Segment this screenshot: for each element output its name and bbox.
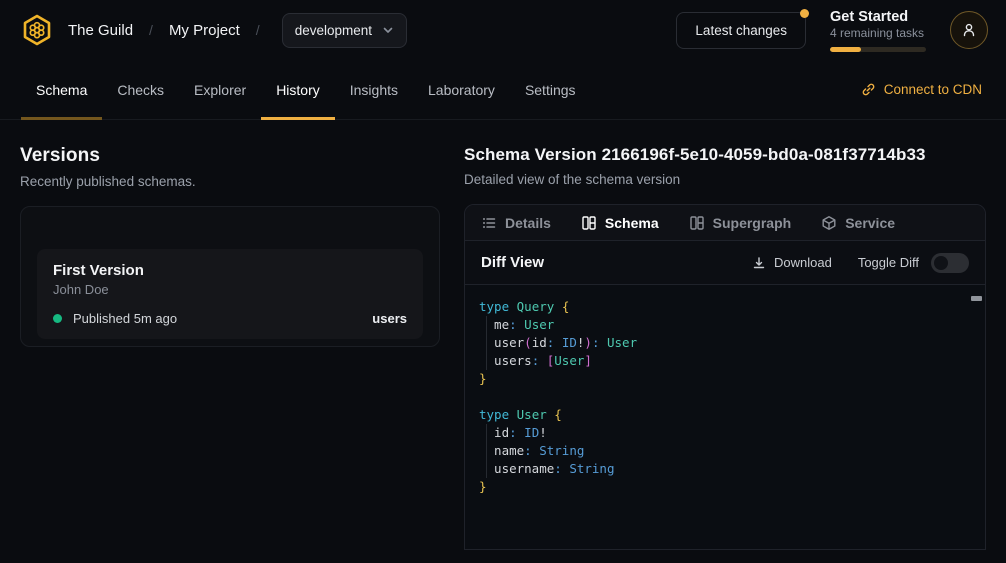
service-badge: users (372, 311, 407, 326)
diff-view-title: Diff View (481, 254, 544, 271)
primary-nav: Schema Checks Explorer History Insights … (0, 60, 1006, 120)
code-line: } (479, 370, 971, 388)
columns-icon (689, 215, 705, 231)
version-title: First Version (53, 262, 407, 279)
connect-to-cdn-link[interactable]: Connect to CDN (861, 60, 982, 119)
nav-tab-settings[interactable]: Settings (510, 60, 591, 119)
download-icon (752, 256, 766, 270)
code-line: users: [User] (479, 352, 971, 370)
code-line: user(id: ID!): User (479, 334, 971, 352)
version-list-item[interactable]: First Version John Doe Published 5m ago … (37, 249, 423, 339)
org-breadcrumb[interactable]: The Guild (68, 22, 133, 39)
nav-tab-schema[interactable]: Schema (21, 60, 102, 119)
link-icon (861, 82, 876, 97)
hive-logo-icon[interactable] (18, 11, 56, 49)
notification-dot (800, 9, 809, 18)
diff-header: Diff View Download Toggle Diff (465, 241, 985, 285)
detail-tab-service[interactable]: Service (821, 215, 895, 231)
code-line: me: User (479, 316, 971, 334)
avatar-button[interactable] (950, 11, 988, 49)
versions-card: First Version John Doe Published 5m ago … (20, 206, 440, 347)
main-content: Versions Recently published schemas. Fir… (0, 120, 1006, 550)
version-status: Published 5m ago (73, 311, 177, 326)
columns-icon (581, 215, 597, 231)
project-breadcrumb[interactable]: My Project (169, 22, 240, 39)
detail-tab-supergraph[interactable]: Supergraph (689, 215, 792, 231)
nav-tab-insights[interactable]: Insights (335, 60, 413, 119)
cube-icon (821, 215, 837, 231)
get-started-widget[interactable]: Get Started 4 remaining tasks (830, 9, 926, 52)
download-button[interactable]: Download (752, 255, 832, 270)
code-line: id: ID! (479, 424, 971, 442)
code-line: type User { (479, 406, 971, 424)
detail-tab-schema[interactable]: Schema (581, 215, 659, 231)
target-selector-dropdown[interactable]: development (282, 13, 407, 48)
nav-tab-checks[interactable]: Checks (102, 60, 179, 119)
toggle-diff-switch[interactable] (931, 253, 969, 273)
schema-version-title: Schema Version 2166196f-5e10-4059-bd0a-0… (464, 145, 986, 165)
published-status-dot (53, 314, 62, 323)
schema-code: type Query { me: User user(id: ID!): Use… (479, 298, 971, 496)
schema-code-viewer[interactable]: type Query { me: User user(id: ID!): Use… (465, 285, 985, 549)
latest-changes-label: Latest changes (695, 23, 787, 38)
detail-tabs: Details Schema Supergr (465, 205, 985, 241)
list-icon (481, 215, 497, 231)
top-header: The Guild / My Project / development Lat… (0, 0, 1006, 60)
toggle-diff-label: Toggle Diff (858, 255, 919, 270)
get-started-progress-bar (830, 47, 926, 52)
connect-to-cdn-label: Connect to CDN (884, 82, 982, 97)
code-line: } (479, 478, 971, 496)
breadcrumb-separator: / (145, 22, 157, 38)
version-detail-panel: Schema Version 2166196f-5e10-4059-bd0a-0… (464, 120, 986, 550)
code-scrollbar-thumb[interactable] (971, 296, 982, 301)
latest-changes-button[interactable]: Latest changes (676, 12, 806, 49)
person-icon (960, 21, 978, 39)
progress-fill (830, 47, 861, 52)
versions-panel: Versions Recently published schemas. Fir… (20, 120, 440, 550)
chevron-down-icon (382, 24, 394, 36)
get-started-subtitle: 4 remaining tasks (830, 26, 926, 40)
code-line: username: String (479, 460, 971, 478)
nav-tab-laboratory[interactable]: Laboratory (413, 60, 510, 119)
get-started-title: Get Started (830, 9, 926, 25)
switch-knob (934, 256, 948, 270)
code-line (479, 388, 971, 406)
versions-title: Versions (20, 145, 440, 167)
schema-version-subtitle: Detailed view of the schema version (464, 172, 986, 187)
code-line: type Query { (479, 298, 971, 316)
diff-card: Details Schema Supergr (464, 204, 986, 550)
target-selector-value: development (295, 23, 372, 38)
nav-tab-history[interactable]: History (261, 60, 335, 119)
detail-tab-details[interactable]: Details (481, 215, 551, 231)
code-line: name: String (479, 442, 971, 460)
version-author: John Doe (53, 282, 407, 297)
versions-subtitle: Recently published schemas. (20, 174, 440, 189)
breadcrumb-separator: / (252, 22, 264, 38)
nav-tab-explorer[interactable]: Explorer (179, 60, 261, 119)
